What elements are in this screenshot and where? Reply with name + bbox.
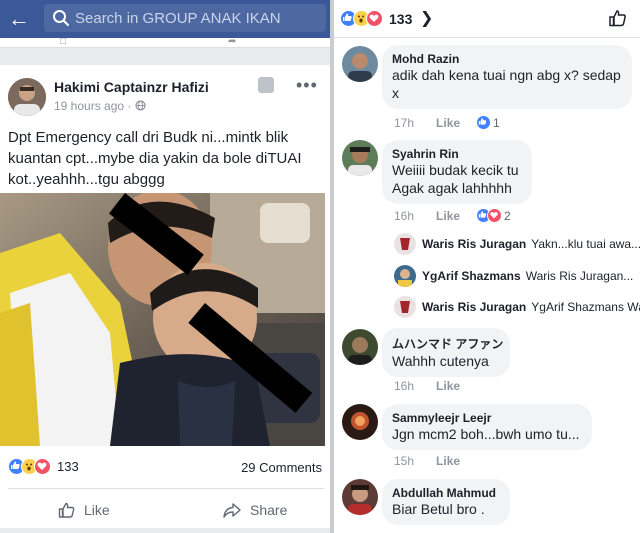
share-icon: ➦: [228, 36, 237, 47]
comment-bubble[interactable]: ムハンマド アファン Wahhh cutenya: [382, 328, 510, 377]
reply-avatar[interactable]: [394, 296, 416, 318]
search-placeholder: Search in GROUP ANAK IKAN: [75, 10, 281, 27]
thumbs-up-icon[interactable]: [608, 8, 628, 28]
chevron-right-icon[interactable]: ❯: [420, 8, 433, 28]
comment-text: Jgn mcm2 boh...bwh umo tu...: [392, 426, 580, 442]
comment-reaction-count: 2: [504, 208, 511, 223]
post-reactions[interactable]: 133: [8, 458, 79, 475]
comment-text: Agak agak lahhhhh: [392, 180, 512, 196]
insights-icon[interactable]: [258, 77, 274, 93]
reply-item[interactable]: Waris Ris Juragan Yakn...klu tuai awa...: [394, 233, 640, 255]
comment-avatar[interactable]: [342, 404, 378, 440]
comments-count-link[interactable]: 29 Comments: [241, 460, 322, 475]
comment-reaction-count: 1: [493, 115, 500, 130]
comment-avatar[interactable]: [342, 479, 378, 515]
comment-author[interactable]: Abdullah Mahmud: [392, 486, 498, 500]
globe-icon: [135, 100, 146, 111]
comment-like-button[interactable]: Like: [436, 116, 460, 130]
comment-text: Biar Betul bro .: [392, 501, 485, 517]
reply-text: Yakn...klu tuai awa...: [531, 237, 640, 251]
comment-like-button[interactable]: Like: [436, 379, 460, 393]
love-icon: [366, 10, 383, 27]
comment-meta: 17h Like 1: [394, 115, 500, 130]
more-options-button[interactable]: •••: [296, 75, 318, 96]
comment-author[interactable]: Sammyleejr Leejr: [392, 411, 580, 425]
reply-avatar[interactable]: [394, 233, 416, 255]
search-input[interactable]: Search in GROUP ANAK IKAN: [44, 4, 326, 32]
love-icon: [34, 458, 51, 475]
comment-bubble[interactable]: Syahrin Rin Weiiii budak kecik tu Agak a…: [382, 140, 532, 204]
comment-bubble[interactable]: Abdullah Mahmud Biar Betul bro .: [382, 479, 510, 525]
comment-meta: 16h Like 2: [394, 208, 511, 223]
reply-author[interactable]: Waris Ris Juragan: [422, 300, 526, 314]
comment-reactions[interactable]: 2: [476, 208, 511, 223]
comment-meta: 15h Like: [394, 454, 460, 468]
comment-author[interactable]: ムハンマド アファン: [392, 335, 503, 352]
comment-avatar[interactable]: [342, 140, 378, 176]
post-photo[interactable]: [0, 193, 325, 446]
comment-bubble[interactable]: Sammyleejr Leejr Jgn mcm2 boh...bwh umo …: [382, 404, 592, 450]
header-reaction-count: 133: [389, 10, 413, 27]
author-avatar[interactable]: [8, 78, 46, 116]
reply-avatar[interactable]: [394, 265, 416, 287]
post-text: Dpt Emergency call dri Budk ni...mintk b…: [8, 129, 302, 188]
bottom-divider: [0, 528, 330, 533]
comment-like-button[interactable]: Like: [436, 454, 460, 468]
comment-icon: □: [60, 36, 67, 47]
post-card: Hakimi Captainzr Hafizi 19 hours ago · •…: [0, 65, 330, 533]
reply-author[interactable]: Waris Ris Juragan: [422, 237, 526, 251]
comment-meta: 16h Like: [394, 379, 460, 393]
reply-item[interactable]: YgArif Shazmans Waris Ris Juragan...: [394, 265, 633, 287]
comment-time: 17h: [394, 115, 415, 130]
share-label: Share: [250, 502, 288, 518]
reaction-count: 133: [57, 459, 79, 474]
comment-avatar[interactable]: [342, 329, 378, 365]
back-arrow-icon[interactable]: ←: [8, 8, 32, 30]
reply-text: Waris Ris Juragan...: [525, 269, 634, 283]
share-arrow-icon: [223, 503, 241, 518]
comment-time: 16h: [394, 379, 415, 393]
love-icon: [487, 208, 503, 223]
search-icon: [53, 10, 69, 26]
like-button[interactable]: Like: [58, 501, 110, 519]
post-meta: 19 hours ago ·: [54, 99, 146, 113]
comment-avatar[interactable]: [342, 46, 378, 82]
comment-author[interactable]: Syahrin Rin: [392, 147, 520, 161]
comment-text: adik dah kena tuai ngn abg x? sedap: [392, 67, 621, 83]
like-icon: [476, 115, 492, 130]
right-screenshot-panel: 133 ❯ Mohd Razin adik dah kena tuai ngn …: [334, 0, 640, 533]
post-time[interactable]: 19 hours ago: [54, 99, 124, 113]
comment-time: 15h: [394, 454, 415, 468]
header-reactions[interactable]: 133: [340, 10, 412, 27]
left-screenshot-panel: ← Search in GROUP ANAK IKAN □ ➦ Hakimi C…: [0, 0, 330, 533]
comment-like-button[interactable]: Like: [436, 209, 460, 223]
comment-bubble[interactable]: Mohd Razin adik dah kena tuai ngn abg x?…: [382, 45, 632, 109]
previous-post-edge: □ ➦: [0, 36, 330, 48]
comment-reactions[interactable]: 1: [476, 115, 500, 130]
reply-text: YgArif Shazmans Waris...: [531, 300, 640, 314]
reply-author[interactable]: YgArif Shazmans: [422, 269, 521, 283]
comment-time: 16h: [394, 208, 415, 223]
post-author-name[interactable]: Hakimi Captainzr Hafizi: [54, 79, 209, 95]
like-label: Like: [84, 502, 110, 518]
share-button[interactable]: Share: [222, 501, 287, 519]
comment-author[interactable]: Mohd Razin: [392, 52, 620, 66]
thumbs-up-icon: [58, 502, 75, 518]
comment-text: Weiiii budak kecik tu: [392, 162, 519, 178]
separator-dot: ·: [127, 99, 135, 113]
comment-text: x: [392, 85, 399, 101]
top-bar: ← Search in GROUP ANAK IKAN: [0, 0, 330, 38]
action-divider: [8, 488, 324, 489]
reply-item[interactable]: Waris Ris Juragan YgArif Shazmans Waris.…: [394, 296, 640, 318]
comment-text: Wahhh cutenya: [392, 353, 489, 369]
comments-header: 133 ❯: [334, 0, 640, 38]
